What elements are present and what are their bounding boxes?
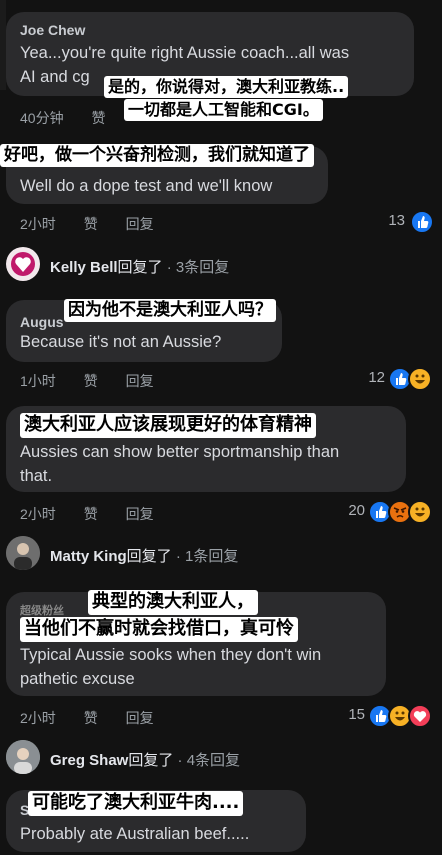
separator: · bbox=[166, 259, 172, 276]
reply-action: 回复了 bbox=[126, 548, 172, 565]
comment-text: Probably ate Australian beef..... bbox=[20, 825, 250, 843]
comment-meta: 2小时 赞 回复 bbox=[20, 708, 178, 728]
comment-text: Because it's not an Aussie? bbox=[20, 333, 222, 351]
comment-text-line2: that. bbox=[20, 467, 53, 485]
reply-link[interactable]: 回复 bbox=[126, 373, 154, 389]
reaction-count[interactable]: 13 bbox=[370, 212, 405, 229]
reply-action: 回复了 bbox=[128, 752, 174, 769]
replier-name[interactable]: Greg Shaw bbox=[50, 752, 128, 769]
reply-count[interactable]: 3条回复 bbox=[176, 259, 229, 276]
like-link[interactable]: 赞 bbox=[84, 506, 98, 522]
avatar[interactable] bbox=[6, 536, 40, 570]
avatar[interactable] bbox=[6, 247, 40, 281]
reaction-count[interactable]: 12 bbox=[350, 369, 385, 386]
reply-link[interactable]: 回复 bbox=[126, 710, 154, 726]
like-reaction-icon[interactable] bbox=[410, 210, 434, 234]
avatar[interactable] bbox=[6, 740, 40, 774]
like-link[interactable]: 赞 bbox=[84, 710, 98, 726]
haha-reaction-icon[interactable] bbox=[408, 367, 432, 391]
commenter-name[interactable]: 超级粉丝 bbox=[20, 602, 64, 618]
comment-time: 40分钟 bbox=[20, 110, 64, 126]
love-reaction-icon[interactable] bbox=[408, 704, 432, 728]
comment-text: Yea...you're quite right Aussie coach...… bbox=[20, 44, 350, 62]
comment-text: Aussies can show better sportmanship tha… bbox=[20, 443, 340, 461]
comment-time: 2小时 bbox=[20, 710, 56, 726]
translation-overlay: 因为他不是澳大利亚人吗？ bbox=[64, 299, 276, 323]
comment-text: Well do a dope test and we'll know bbox=[20, 177, 273, 195]
comment-text: Typical Aussie sooks when they don't win bbox=[20, 646, 322, 664]
commenter-name[interactable]: Joe Chew bbox=[20, 22, 85, 38]
translation-overlay: 是的，你说得对，澳大利亚教练.. bbox=[104, 76, 349, 98]
reply-summary[interactable]: Matty King回复了 · 1条回复 bbox=[50, 545, 238, 566]
reaction-count[interactable]: 15 bbox=[330, 706, 365, 723]
reply-summary[interactable]: Greg Shaw回复了 · 4条回复 bbox=[50, 749, 240, 770]
separator: · bbox=[177, 752, 183, 769]
reply-count[interactable]: 1条回复 bbox=[185, 548, 238, 565]
translation-overlay: 可能吃了澳大利亚牛肉.... bbox=[28, 791, 244, 816]
like-link[interactable]: 赞 bbox=[84, 216, 98, 232]
reply-count[interactable]: 4条回复 bbox=[187, 752, 240, 769]
commenter-name[interactable]: Augus bbox=[20, 314, 64, 330]
comment-time: 1小时 bbox=[20, 373, 56, 389]
comment-meta: 2小时 赞 回复 bbox=[20, 214, 178, 234]
translation-overlay: 澳大利亚人应该展现更好的体育精神 bbox=[20, 413, 316, 438]
reply-link[interactable]: 回复 bbox=[126, 506, 154, 522]
like-link[interactable]: 赞 bbox=[91, 110, 105, 126]
comment-text-line2: pathetic excuse bbox=[20, 670, 135, 688]
translation-overlay: 典型的澳大利亚人， bbox=[88, 590, 258, 615]
reply-action: 回复了 bbox=[117, 259, 163, 276]
translation-overlay: 当他们不赢时就会找借口，真可怜 bbox=[20, 617, 298, 642]
haha-reaction-icon[interactable] bbox=[408, 500, 432, 524]
reaction-count[interactable]: 20 bbox=[330, 502, 365, 519]
comment-meta: 2小时 赞 回复 bbox=[20, 504, 178, 524]
comment-time: 2小时 bbox=[20, 506, 56, 522]
translation-overlay: 一切都是人工智能和CGI。 bbox=[124, 99, 323, 121]
translation-overlay: 好吧，做一个兴奋剂检测，我们就知道了 bbox=[0, 144, 314, 168]
replier-name[interactable]: Matty King bbox=[50, 548, 127, 565]
replier-name[interactable]: Kelly Bell bbox=[50, 259, 118, 276]
comment-meta: 1小时 赞 回复 bbox=[20, 371, 178, 391]
comment-text-line2: AI and cg bbox=[20, 68, 90, 86]
reply-summary[interactable]: Kelly Bell回复了 · 3条回复 bbox=[50, 256, 229, 277]
like-link[interactable]: 赞 bbox=[84, 373, 98, 389]
comment-meta: 40分钟 赞 bbox=[20, 108, 129, 128]
comment-time: 2小时 bbox=[20, 216, 56, 232]
separator: · bbox=[175, 548, 181, 565]
reply-link[interactable]: 回复 bbox=[126, 216, 154, 232]
